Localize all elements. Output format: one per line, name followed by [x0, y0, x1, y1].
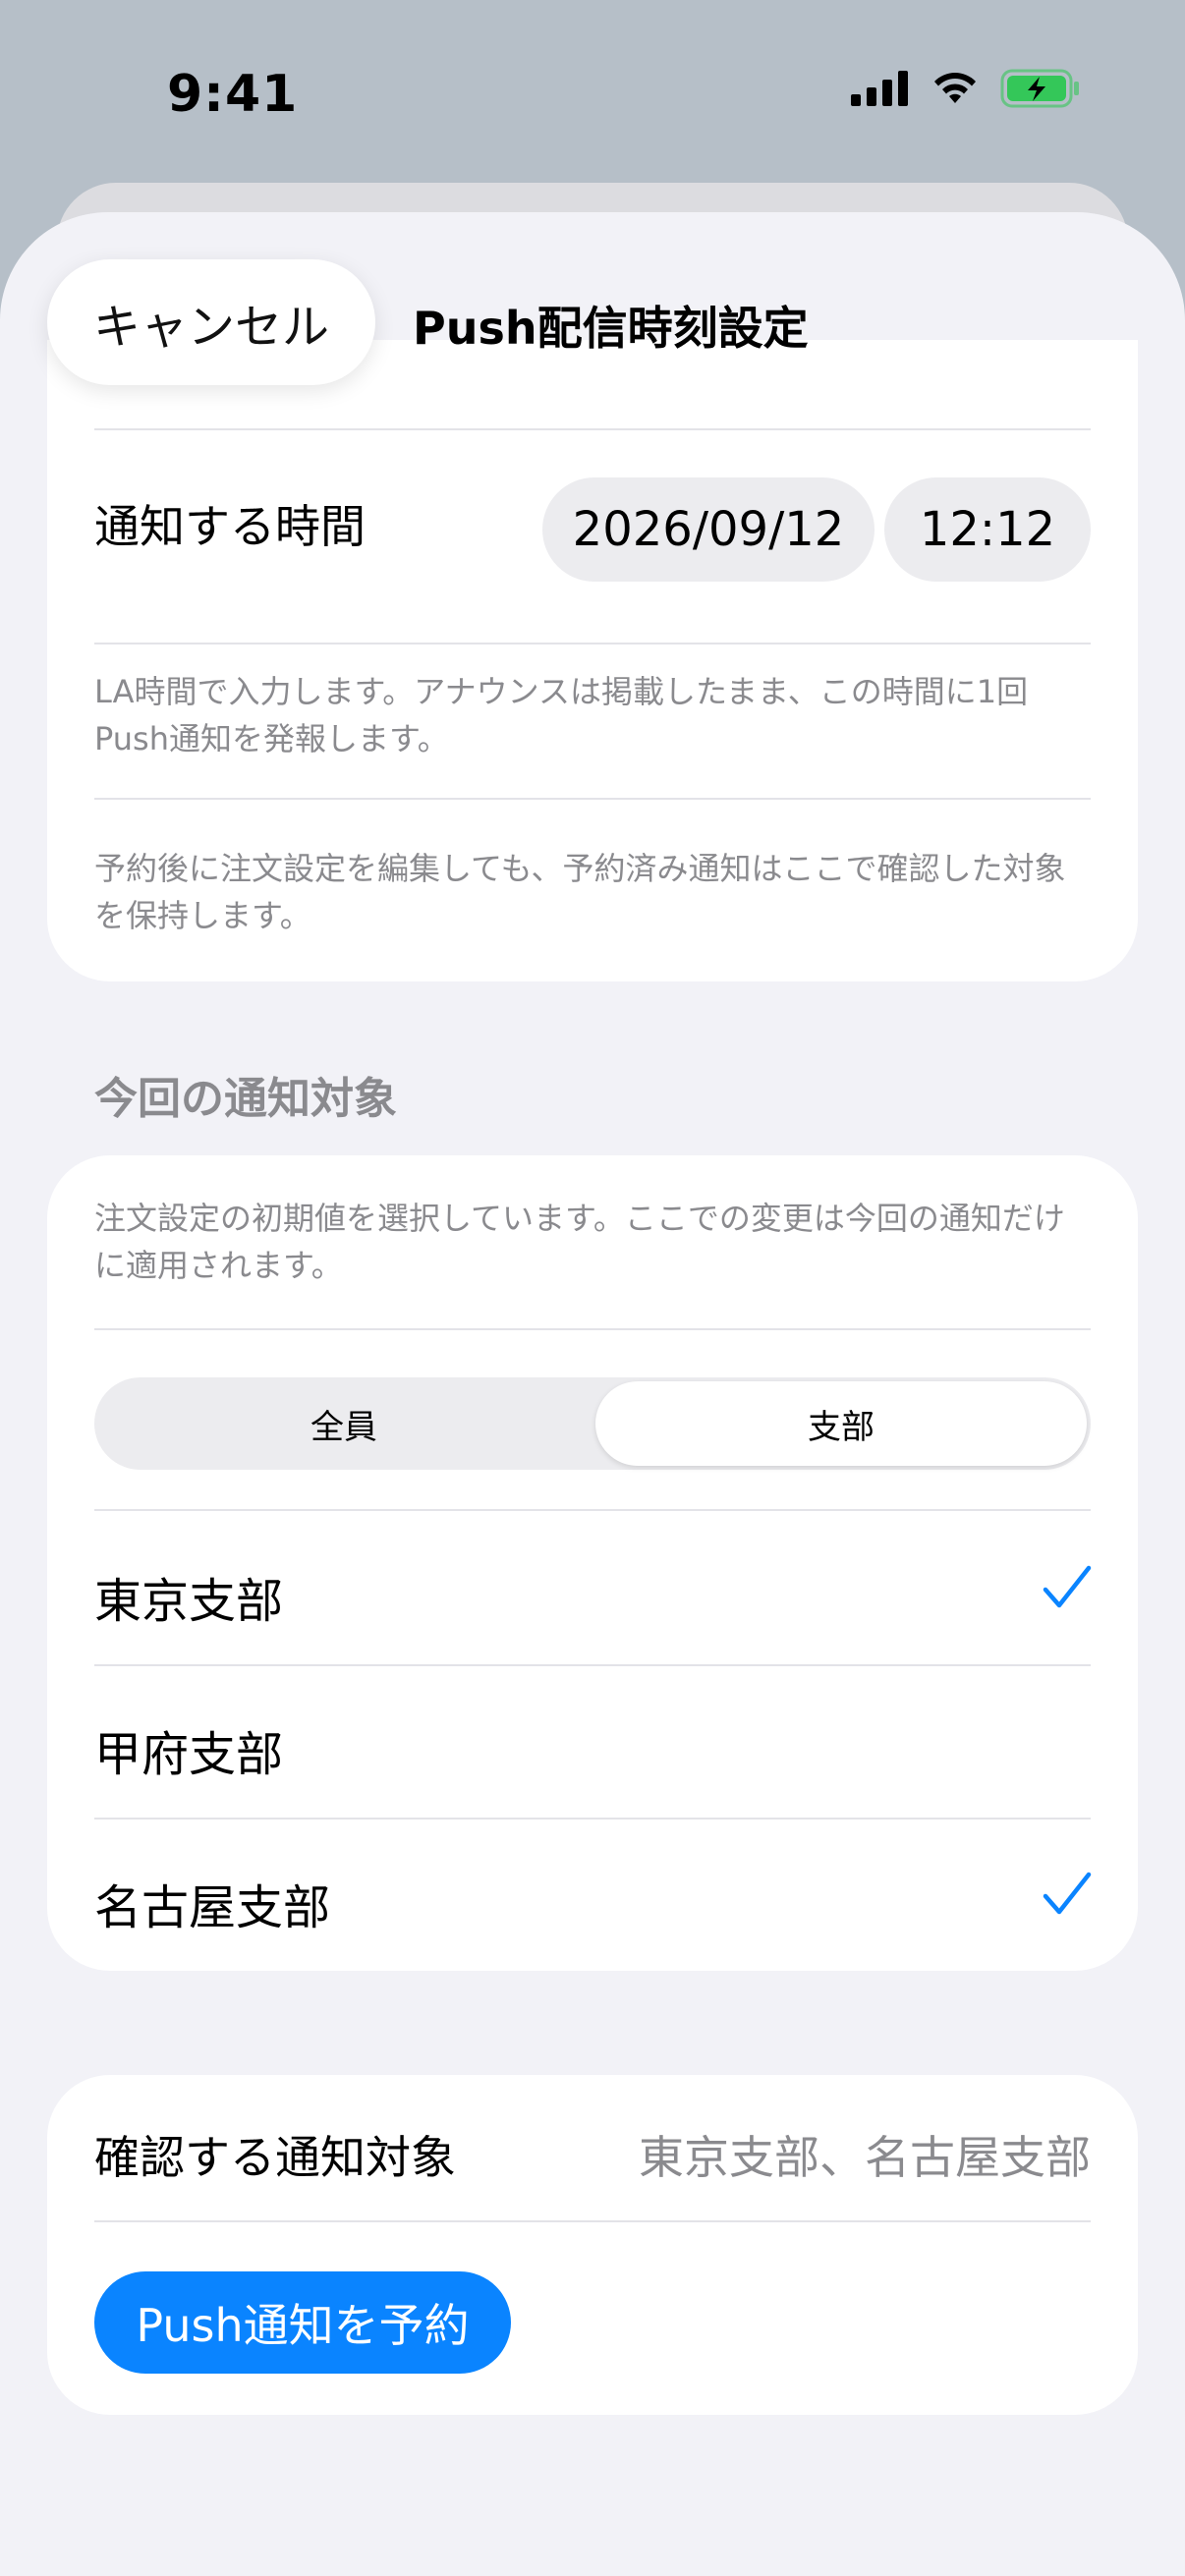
status-time: 9:41 — [167, 65, 299, 124]
confirm-card: 確認する通知対象 東京支部、名古屋支部 Push通知を予約 — [47, 2075, 1138, 2415]
divider — [94, 798, 1091, 800]
battery-charging-icon — [1000, 69, 1079, 108]
schedule-label: 通知する時間 — [94, 500, 366, 553]
branch-label: 東京支部 — [94, 1574, 284, 1629]
cancel-button[interactable]: キャンセル — [47, 259, 375, 385]
branch-row-nagoya[interactable]: 名古屋支部 — [47, 1818, 1138, 1971]
timezone-note: LA時間で入力します。アナウンスは掲載したまま、この時間に1回Push通知を発報… — [94, 673, 1029, 757]
schedule-push-button[interactable]: Push通知を予約 — [94, 2271, 511, 2374]
targets-card: 注文設定の初期値を選択しています。ここでの変更は今回の通知だけに適用されます。 … — [47, 1155, 1138, 1971]
section-title: 今回の通知対象 — [94, 1074, 397, 1124]
branch-row-kofu[interactable]: 甲府支部 — [47, 1664, 1138, 1818]
segment-branch[interactable]: 支部 — [595, 1381, 1087, 1466]
target-segmented-control: 全員 支部 — [94, 1377, 1091, 1470]
confirm-value: 東京支部、名古屋支部 — [639, 2131, 1091, 2184]
targets-note: 注文設定の初期値を選択しています。ここでの変更は今回の通知だけに適用されます。 — [94, 1200, 1065, 1284]
date-picker[interactable]: 2026/09/12 — [542, 477, 875, 582]
header-divider — [94, 428, 1091, 430]
sheet-header: キャンセル Push配信時刻設定 — [0, 212, 1185, 399]
status-icons — [851, 69, 1081, 108]
page-title: Push配信時刻設定 — [413, 302, 809, 355]
divider — [94, 1328, 1091, 1330]
branch-label: 甲府支部 — [94, 1727, 284, 1782]
signal-icon — [851, 71, 908, 106]
divider — [94, 643, 1091, 644]
time-picker[interactable]: 12:12 — [884, 477, 1091, 582]
checkmark-icon — [1043, 1565, 1092, 1608]
modal-sheet: 通知する時間 2026/09/12 12:12 LA時間で入力します。アナウンス… — [0, 212, 1185, 2576]
branch-label: 名古屋支部 — [94, 1880, 331, 1935]
branch-row-tokyo[interactable]: 東京支部 — [47, 1511, 1138, 1664]
wifi-icon — [934, 73, 976, 103]
schedule-card: 通知する時間 2026/09/12 12:12 LA時間で入力します。アナウンス… — [47, 340, 1138, 981]
status-bar: 9:41 — [0, 0, 1185, 187]
confirm-label: 確認する通知対象 — [94, 2131, 456, 2184]
retention-note: 予約後に注文設定を編集しても、予約済み通知はここで確認した対象を保持します。 — [94, 850, 1066, 934]
segment-all[interactable]: 全員 — [98, 1381, 590, 1466]
divider — [94, 2220, 1091, 2222]
checkmark-icon — [1043, 1872, 1092, 1915]
